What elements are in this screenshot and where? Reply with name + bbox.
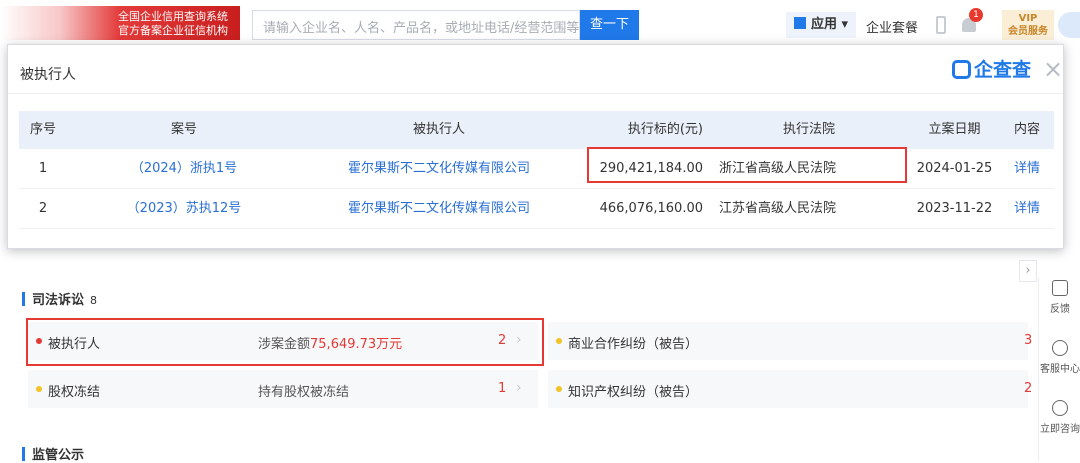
apps-grid-icon — [794, 17, 806, 29]
section-bar — [22, 447, 25, 461]
vip-button[interactable]: VIP 会员服务 — [1002, 10, 1054, 40]
consult-label: 立即咨询 — [1040, 424, 1080, 435]
row-number: 1 — [38, 161, 48, 176]
judicial-count: 8 — [90, 294, 98, 307]
item-count: 1 — [498, 381, 507, 396]
status-dot — [36, 386, 42, 392]
consult-button[interactable]: 立即咨询 — [1039, 400, 1080, 435]
service-button[interactable]: 客服中心 — [1039, 340, 1080, 375]
judicial-section-title: 司法诉讼 8 — [22, 289, 97, 308]
row-number: 2 — [38, 201, 48, 216]
search-input[interactable]: 请输入企业名、人名、产品名，或地址电话/经营范围等 — [252, 10, 580, 40]
feedback-label: 反馈 — [1050, 304, 1070, 315]
column-header: 序号 — [29, 122, 56, 137]
apps-menu[interactable]: 应用 ▾ — [786, 12, 857, 38]
package-link[interactable]: 企业套餐 — [866, 17, 918, 36]
service-label: 客服中心 — [1040, 364, 1080, 375]
logo-line-1: 全国企业信用查询系统 — [118, 10, 228, 23]
right-sidebar: 反馈 客服中心 立即咨询 — [1038, 278, 1080, 461]
party-link[interactable]: 霍尔果斯不二文化传媒有限公司 — [301, 149, 577, 188]
table-header: 序号 案号 被执行人 执行标的(元) 执行法院 立案日期 内容 — [19, 111, 1054, 149]
item-desc: 持有股权被冻结 — [258, 385, 350, 400]
avatar[interactable] — [1058, 12, 1080, 38]
brand-icon — [952, 60, 971, 79]
vip-sub-label: 会员服务 — [1008, 26, 1048, 37]
party-link[interactable]: 霍尔果斯不二文化传媒有限公司 — [301, 189, 577, 228]
case-link[interactable]: （2023）苏执12号 — [67, 189, 301, 228]
item-label: 知识产权纠纷（被告） — [568, 385, 699, 400]
logo-text: 全国企业信用查询系统 官方备案企业征信机构 — [118, 10, 243, 38]
status-dot — [556, 338, 562, 344]
search-button[interactable]: 查一下 — [580, 10, 639, 40]
close-icon[interactable]: × — [1043, 57, 1063, 81]
chat-icon — [1052, 400, 1068, 416]
item-label: 股权冻结 — [48, 385, 101, 400]
amount-cell: 466,076,160.00 — [599, 201, 703, 216]
item-count: 2 — [1024, 381, 1033, 396]
detail-link[interactable]: 详情 — [1000, 149, 1054, 188]
table-row: 2 （2023）苏执12号 霍尔果斯不二文化传媒有限公司 466,076,160… — [19, 189, 1054, 229]
judicial-item-business-dispute[interactable]: 商业合作纠纷（被告） 3 — [548, 322, 1032, 360]
brand-logo: 企查查 — [952, 59, 1031, 81]
column-header: 案号 — [170, 122, 197, 137]
brand-name: 企查查 — [974, 59, 1032, 81]
judicial-item-ip-dispute[interactable]: 知识产权纠纷（被告） 2 — [548, 370, 1032, 408]
column-header: 内容 — [1013, 122, 1040, 137]
date-cell: 2024-01-25 — [916, 161, 993, 176]
chevron-down-icon: ▾ — [841, 17, 849, 32]
logo-line-2: 官方备案企业征信机构 — [118, 24, 228, 37]
highlight-box — [26, 318, 544, 366]
section-bar — [22, 292, 25, 306]
column-header: 立案日期 — [928, 122, 981, 137]
case-link[interactable]: （2024）浙执1号 — [67, 149, 301, 188]
judicial-title: 司法诉讼 — [32, 293, 85, 308]
modal-title: 被执行人 — [20, 67, 76, 83]
column-header: 被执行人 — [412, 122, 465, 137]
item-count: 3 — [1024, 333, 1033, 348]
column-header: 执行标的(元) — [627, 122, 703, 137]
top-bar: 全国企业信用查询系统 官方备案企业征信机构 请输入企业名、人名、产品名，或地址电… — [0, 0, 1080, 50]
phone-icon[interactable] — [936, 16, 946, 34]
chevron-right-icon: › — [516, 380, 522, 396]
detail-link[interactable]: 详情 — [1000, 189, 1054, 228]
apps-label: 应用 — [811, 17, 838, 32]
collapse-arrow-button[interactable]: › — [1019, 260, 1037, 282]
item-label: 商业合作纠纷（被告） — [568, 337, 699, 352]
feedback-button[interactable]: 反馈 — [1039, 280, 1080, 315]
court-cell: 江苏省高级人民法院 — [719, 201, 837, 216]
highlight-box — [587, 147, 907, 183]
date-cell: 2023-11-22 — [916, 201, 993, 216]
divider — [8, 93, 1063, 94]
headset-icon — [1052, 340, 1068, 356]
notification-badge: 1 — [969, 8, 983, 22]
column-header: 执行法院 — [782, 122, 835, 137]
feedback-icon — [1052, 280, 1068, 296]
vip-label: VIP — [1018, 13, 1038, 24]
judicial-item-equity-freeze[interactable]: 股权冻结 持有股权被冻结 1 › — [28, 370, 538, 408]
regulatory-section-title: 监管公示 — [22, 444, 84, 463]
status-dot — [556, 386, 562, 392]
